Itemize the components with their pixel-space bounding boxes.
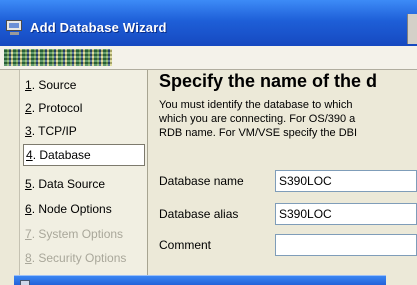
step-label: . Protocol <box>31 101 83 115</box>
left-margin <box>0 70 20 285</box>
nav-item-security-options: 8. Security Options <box>23 247 145 269</box>
step-number: 8 <box>25 251 32 265</box>
description-line: RDB name. For VM/VSE specify the DBI <box>159 127 358 139</box>
nav-item-node-options[interactable]: 6. Node Options <box>23 198 145 220</box>
wizard-page: Specify the name of the d You must ident… <box>149 70 417 285</box>
comment-label: Comment <box>159 238 212 252</box>
step-label: . Security Options <box>31 251 127 265</box>
step-number: 4 <box>26 148 33 162</box>
description-line: You must identify the database to which <box>159 99 353 111</box>
nav-item-source[interactable]: 1. Source <box>23 74 145 96</box>
wizard-step-list: 1. Source 2. Protocol 3. TCP/IP 4. Datab… <box>20 70 148 285</box>
nav-item-protocol[interactable]: 2. Protocol <box>23 97 145 119</box>
database-alias-input[interactable] <box>275 203 417 225</box>
nav-item-system-options: 7. System Options <box>23 223 145 245</box>
window-title: Add Database Wizard <box>30 19 167 35</box>
step-label: . System Options <box>31 227 124 241</box>
title-bar[interactable]: Add Database Wizard <box>0 0 417 46</box>
page-heading: Specify the name of the d <box>159 71 378 91</box>
database-name-label: Database name <box>159 174 244 188</box>
nav-item-tcpip[interactable]: 3. TCP/IP <box>23 120 145 142</box>
add-database-wizard-window: Add Database Wizard 1. Source 2. Protoco… <box>0 0 417 285</box>
step-label: . TCP/IP <box>31 124 77 138</box>
step-label: . Node Options <box>31 202 112 216</box>
step-number: 7 <box>25 227 32 241</box>
description-line: which you are connecting. For OS/390 a <box>159 113 356 125</box>
nav-item-database[interactable]: 4. Database <box>23 144 145 166</box>
comment-input[interactable] <box>275 234 417 256</box>
step-number: 1 <box>25 78 32 92</box>
database-name-input[interactable] <box>275 170 417 192</box>
title-row: Add Database Wizard <box>0 14 167 40</box>
step-number: 5 <box>25 177 32 191</box>
step-number: 6 <box>25 202 32 216</box>
overlapping-window-titlebar[interactable] <box>14 275 386 285</box>
computer-icon <box>5 18 25 36</box>
step-label: . Source <box>31 78 77 92</box>
step-label: . Data Source <box>31 177 106 191</box>
window-icon <box>20 280 30 285</box>
step-label: . Database <box>32 148 91 162</box>
step-number: 2 <box>25 101 32 115</box>
page-description: You must identify the database to which … <box>159 98 417 142</box>
underlying-window-edge <box>407 14 417 44</box>
banner-graphic <box>4 49 112 66</box>
step-number: 3 <box>25 124 32 138</box>
database-alias-label: Database alias <box>159 207 239 221</box>
nav-item-data-source[interactable]: 5. Data Source <box>23 173 145 195</box>
wizard-banner <box>0 46 417 70</box>
